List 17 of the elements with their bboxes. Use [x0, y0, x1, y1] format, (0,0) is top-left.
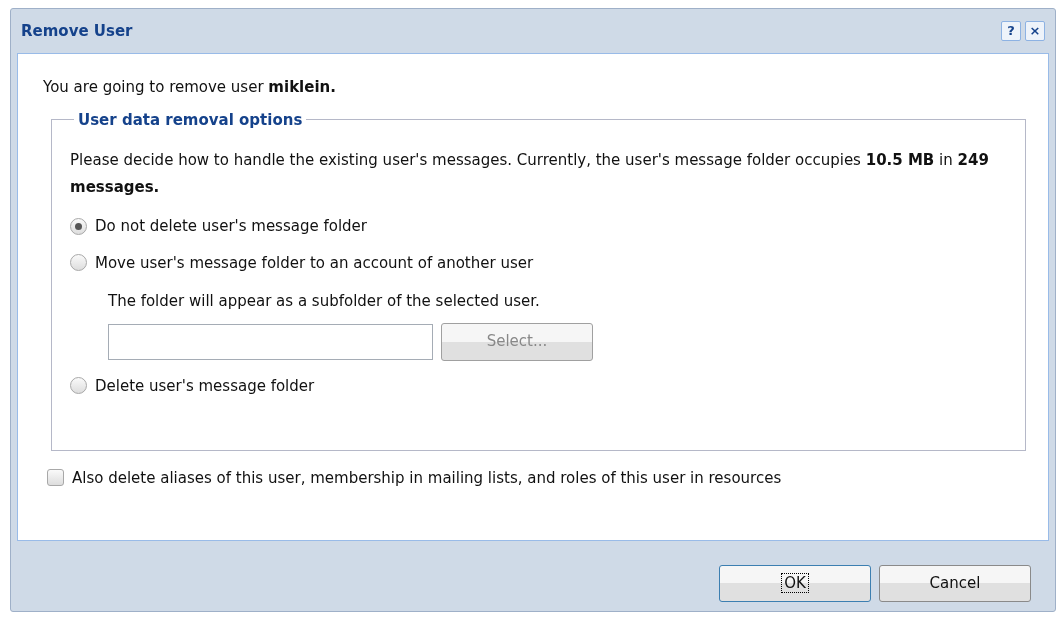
hint-text: The folder will appear as a subfolder of the selected user.: [108, 291, 541, 312]
close-button[interactable]: ×: [1025, 21, 1045, 41]
intro-text: You are going to remove user miklein.: [43, 77, 337, 98]
ok-button[interactable]: OK: [719, 565, 871, 602]
checkbox-label: Also delete aliases of this user, membership in mailing lists, and roles of this user in resources: [72, 467, 782, 489]
help-button[interactable]: ?: [1001, 21, 1021, 41]
radio-label: Do not delete user's message folder: [95, 216, 367, 237]
checkbox[interactable]: [47, 469, 64, 487]
description-text: Please decide how to handle the existing user's messages. Currently, the user's message folder occupies 10.5 MB in 249 messages.: [70, 150, 990, 198]
radio-button[interactable]: [70, 217, 87, 235]
user-field[interactable]: [108, 323, 433, 360]
radio-label: Move user's message folder to an account of another user: [95, 252, 534, 274]
radio-button[interactable]: [70, 254, 87, 272]
cancel-button[interactable]: Cancel: [879, 565, 1031, 602]
window-title: Remove User: [21, 20, 133, 42]
radio-label: Delete user's message folder: [95, 375, 315, 397]
radio-button[interactable]: [70, 377, 87, 395]
